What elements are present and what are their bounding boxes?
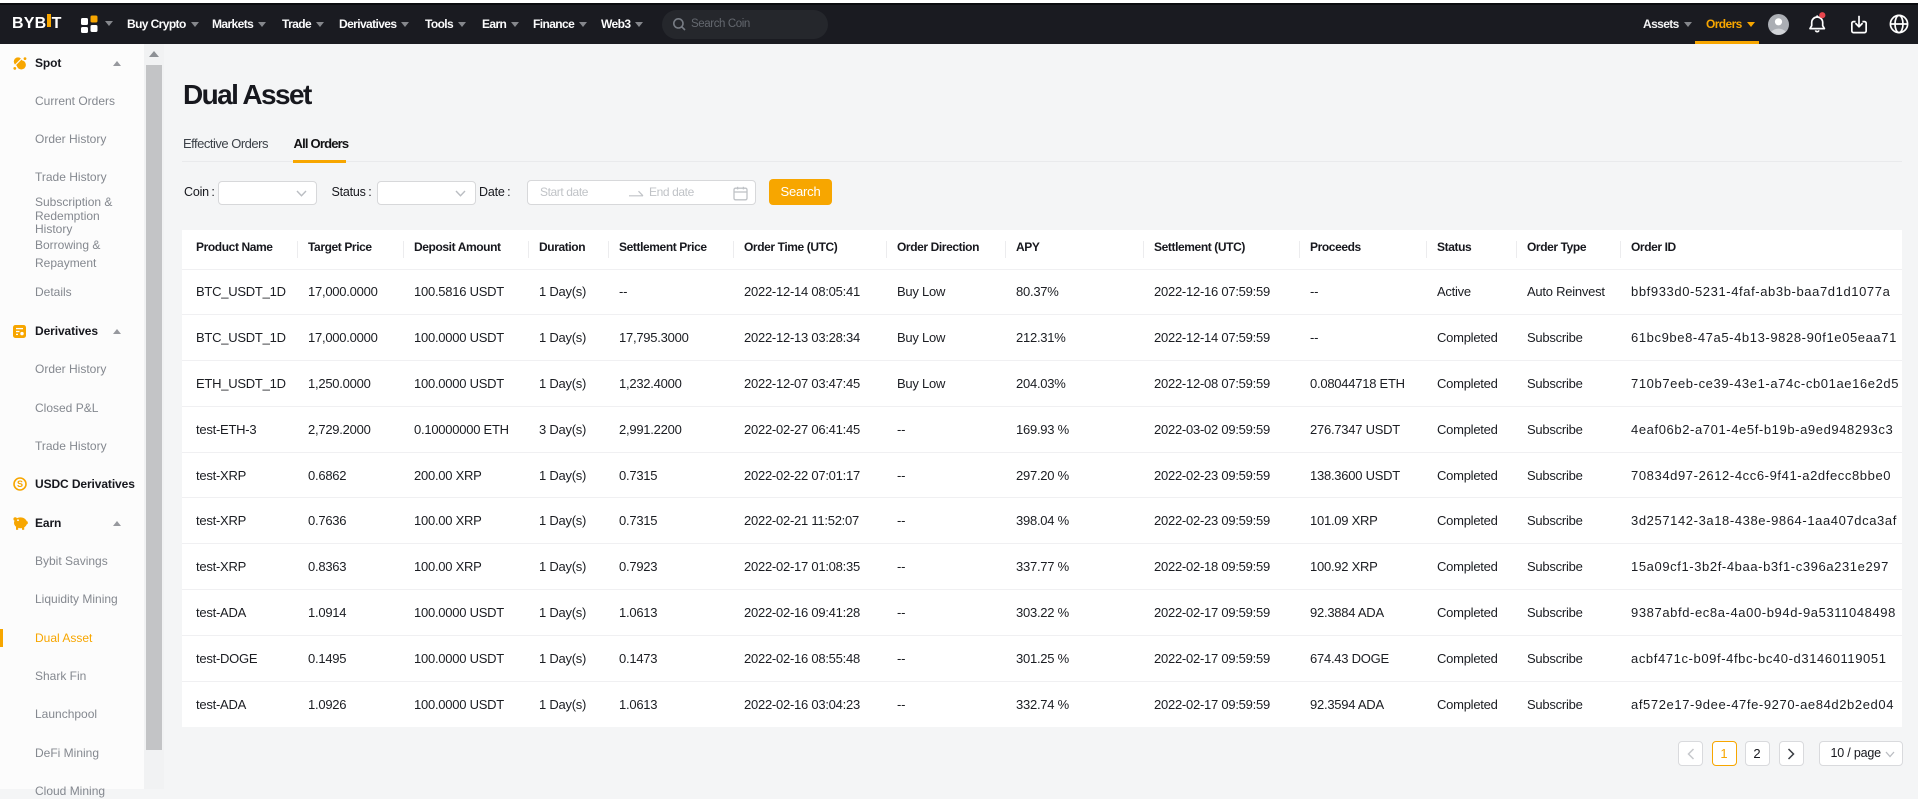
svg-text:S: S: [17, 479, 23, 489]
